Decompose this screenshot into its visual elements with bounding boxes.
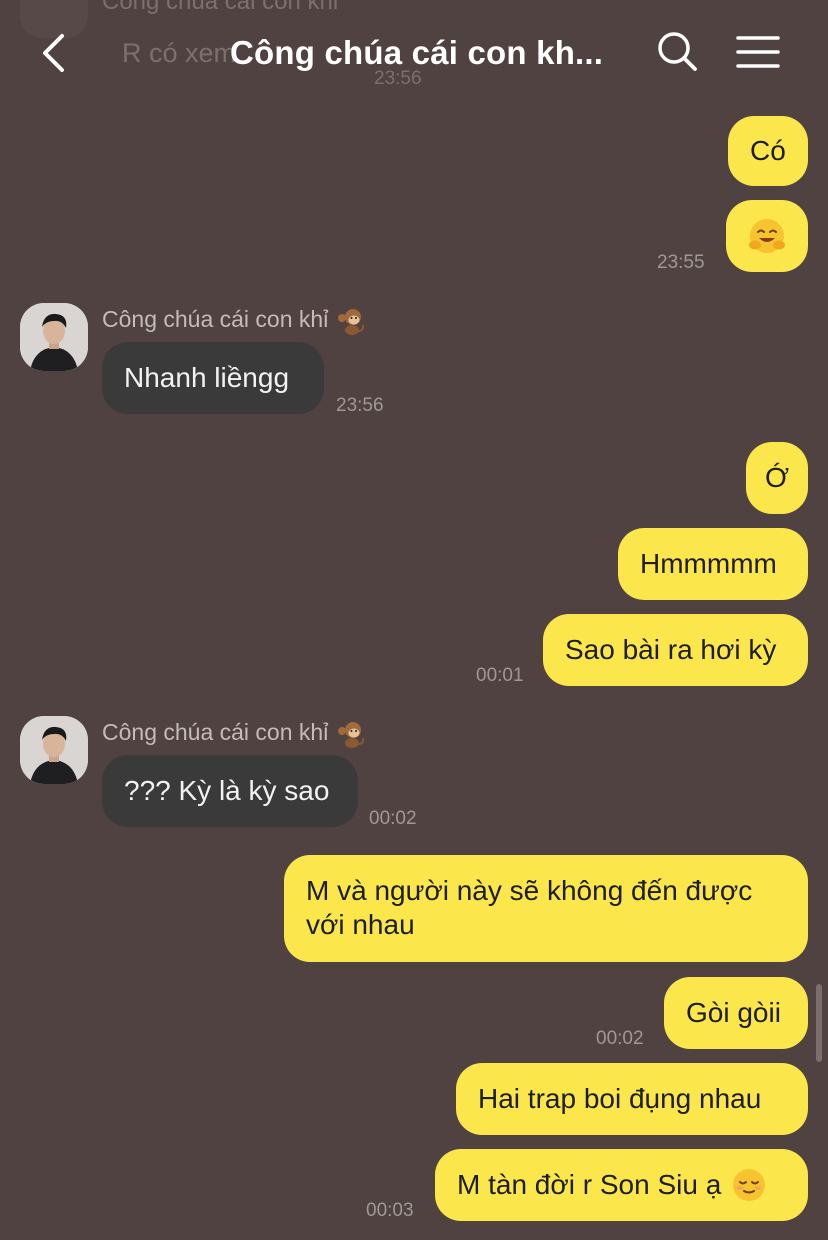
message-text: ??? Kỳ là kỳ sao [124, 775, 330, 806]
menu-button[interactable] [732, 26, 784, 78]
message-time: 00:02 [596, 1028, 644, 1049]
chat-title: Công chúa cái con kh... [230, 34, 604, 71]
sender-name-text: Công chúa cái con khỉ [102, 306, 329, 333]
contact-avatar[interactable] [20, 716, 88, 784]
message-bubble-outgoing[interactable]: Có [728, 116, 808, 186]
chat-header: Công chúa cái con khỉ R có xem 23:56 Côn… [0, 0, 828, 104]
message-time: 23:56 [336, 395, 384, 416]
relieved-face-icon [733, 1169, 766, 1201]
search-icon [658, 32, 697, 71]
scrollbar[interactable] [816, 984, 822, 1062]
monkey-icon [338, 722, 365, 748]
message-text: Có [750, 135, 786, 166]
scrolled-message-text: R có xem [122, 38, 237, 68]
message-bubble-incoming[interactable]: Nhanh liềngg [102, 342, 324, 414]
message-text: Hai trap boi đụng nhau [478, 1083, 762, 1114]
message-text: M và người này sẽ không đến được với nha… [306, 875, 753, 940]
message-time: 00:02 [369, 808, 417, 829]
scrolled-sender-name: Công chúa cái con khỉ [102, 0, 339, 15]
back-button[interactable] [28, 26, 82, 80]
message-time: 23:55 [657, 252, 705, 273]
message-bubble-outgoing[interactable]: Hai trap boi đụng nhau [456, 1063, 808, 1135]
message-bubble-outgoing[interactable]: Ớ [746, 442, 808, 514]
sender-name: Công chúa cái con khỉ [102, 306, 366, 336]
sender-name-text: Công chúa cái con khỉ [102, 719, 329, 746]
message-time: 00:01 [476, 665, 524, 686]
message-text: M tàn đời r Son Siu ạ [457, 1169, 722, 1200]
message-text: Nhanh liềngg [124, 362, 290, 393]
message-text: Hmmmmm [640, 548, 777, 579]
smiling-hug-face-icon [749, 219, 785, 253]
profile-photo-icon [20, 303, 88, 371]
message-bubble-outgoing[interactable]: M và người này sẽ không đến được với nha… [284, 855, 808, 962]
message-bubble-outgoing[interactable]: Sao bài ra hơi kỳ [543, 614, 808, 686]
message-time: 00:03 [366, 1200, 414, 1221]
message-bubble-outgoing[interactable]: M tàn đời r Son Siu ạ [435, 1149, 808, 1221]
chevron-left-icon [43, 34, 64, 72]
message-bubble-outgoing[interactable]: Gòi gòii [664, 977, 808, 1049]
message-text: Ớ [764, 462, 789, 493]
message-bubble-outgoing[interactable] [726, 200, 808, 272]
monkey-icon [338, 309, 365, 335]
message-bubble-incoming[interactable]: ??? Kỳ là kỳ sao [102, 755, 358, 827]
message-text: Gòi gòii [686, 997, 781, 1028]
profile-photo-icon [20, 716, 88, 784]
contact-avatar[interactable] [20, 303, 88, 371]
sender-name: Công chúa cái con khỉ [102, 719, 366, 749]
search-button[interactable] [652, 26, 704, 78]
message-text: Sao bài ra hơi kỳ [565, 634, 777, 665]
message-bubble-outgoing[interactable]: Hmmmmm [618, 528, 808, 600]
hamburger-menu-icon [736, 36, 780, 68]
